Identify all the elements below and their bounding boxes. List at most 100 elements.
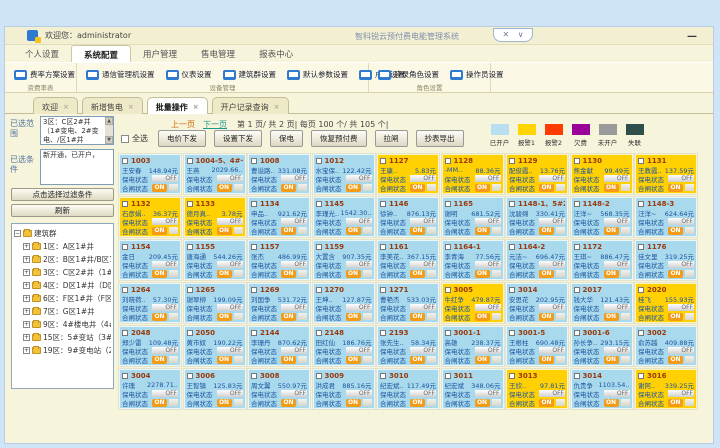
room-checkbox[interactable]	[445, 201, 451, 207]
room-card[interactable]: 1145李瑾光..1542.30..保电状态OFF合闸状态ON	[313, 197, 375, 237]
room-card[interactable]: 2048郑少雷109.48元保电状态OFF合闸状态ON	[119, 326, 181, 366]
room-checkbox[interactable]	[509, 287, 515, 293]
room-checkbox[interactable]	[509, 201, 515, 207]
room-card[interactable]: 3009洪成君885.16元保电状态OFF合闸状态ON	[313, 369, 375, 409]
tree-item[interactable]: +4区：D区1#井（D区1	[14, 279, 111, 292]
room-checkbox[interactable]	[316, 158, 322, 164]
tab-close-icon[interactable]: ×	[274, 103, 280, 111]
room-card[interactable]: 2144李珊丹870.62元保电状态OFF合闸状态ON	[248, 326, 310, 366]
room-checkbox[interactable]	[574, 158, 580, 164]
room-checkbox[interactable]	[380, 330, 386, 336]
prev-page-link[interactable]: 上一页	[171, 120, 195, 129]
room-checkbox[interactable]	[251, 201, 257, 207]
room-checkbox[interactable]	[122, 287, 128, 293]
room-card[interactable]: 1159大置含907.35元保电状态OFF合闸状态ON	[313, 240, 375, 280]
ribbon-button[interactable]: 默认参数设置	[284, 69, 348, 80]
room-checkbox[interactable]	[445, 158, 451, 164]
menu-item-2[interactable]: 系统配置	[71, 45, 131, 62]
room-checkbox[interactable]	[574, 201, 580, 207]
room-checkbox[interactable]	[316, 244, 322, 250]
room-card[interactable]: 3005牛红争479.87元保电状态OFF合闸状态ON	[442, 283, 504, 323]
room-card[interactable]: 3002俞苏越409.88元保电状态OFF合闸状态ON	[635, 326, 697, 366]
room-checkbox[interactable]	[316, 201, 322, 207]
room-card[interactable]: 1270王坤..127.87元保电状态OFF合闸状态ON	[313, 283, 375, 323]
room-checkbox[interactable]	[509, 330, 515, 336]
room-checkbox[interactable]	[122, 201, 128, 207]
tree-item[interactable]: +2区：B区1#井/B区1#井	[14, 253, 111, 266]
room-card[interactable]: 2148田红仙186.76元保电状态OFF合闸状态ON	[313, 326, 375, 366]
action-button[interactable]: 设置下发	[214, 130, 262, 147]
action-button[interactable]: 拉闸	[375, 130, 408, 147]
room-checkbox[interactable]	[380, 244, 386, 250]
room-checkbox[interactable]	[380, 201, 386, 207]
expand-icon[interactable]: +	[23, 256, 30, 263]
ribbon-button[interactable]: 费率方案设置	[11, 69, 75, 80]
room-card[interactable]: 1012水宝保..122.42元保电状态OFF合闸状态ON	[313, 154, 375, 194]
menu-item-3[interactable]: 用户管理	[131, 45, 189, 62]
room-card[interactable]: 1164-1李青海77.56元保电状态OFF合闸状态ON	[442, 240, 504, 280]
room-checkbox[interactable]	[574, 244, 580, 250]
room-checkbox[interactable]	[509, 373, 515, 379]
tab-3[interactable]: 批量操作×	[147, 97, 208, 114]
ribbon-button[interactable]: 通信管理机设置	[83, 69, 155, 80]
tab-1[interactable]: 欢迎×	[33, 97, 78, 114]
room-card[interactable]: 1161李美花..367.15元保电状态OFF合闸状态ON	[377, 240, 439, 280]
room-checkbox[interactable]	[638, 158, 644, 164]
tab-4[interactable]: 开户记录查询×	[212, 97, 289, 114]
selected-range-box[interactable]: 3区：C区2#井（1#变电、2#变电、/区1#井 ▲▼	[40, 116, 114, 145]
room-checkbox[interactable]	[187, 244, 193, 250]
room-checkbox[interactable]	[509, 244, 515, 250]
room-checkbox[interactable]	[638, 287, 644, 293]
room-checkbox[interactable]	[187, 201, 193, 207]
room-card[interactable]: 3014仇贵争1103.54..保电状态OFF合闸状态ON	[571, 369, 633, 409]
tab-close-icon[interactable]: ×	[193, 103, 199, 111]
action-button[interactable]: 电价下发	[158, 130, 206, 147]
room-card[interactable]: 3011纪宏斌348.06元保电状态OFF合闸状态ON	[442, 369, 504, 409]
room-card[interactable]: 1132石彦娟..36.37元保电状态OFF合闸状态ON	[119, 197, 181, 237]
tree-item[interactable]: +6区：F区1#井（F区1#	[14, 292, 111, 305]
room-checkbox[interactable]	[509, 158, 515, 164]
tree-item[interactable]: +1区：A区1#井	[14, 240, 111, 253]
room-checkbox[interactable]	[122, 158, 128, 164]
expand-icon[interactable]: +	[23, 243, 30, 250]
room-checkbox[interactable]	[638, 373, 644, 379]
room-checkbox[interactable]	[638, 244, 644, 250]
room-card[interactable]: 1128-MM..88.36元保电状态OFF合闸状态ON	[442, 154, 504, 194]
room-checkbox[interactable]	[316, 330, 322, 336]
room-checkbox[interactable]	[380, 287, 386, 293]
tree-item[interactable]: +9区：4#楼电井（4#楼	[14, 318, 111, 331]
scroll-down-icon[interactable]: ▼	[105, 136, 113, 144]
room-checkbox[interactable]	[251, 330, 257, 336]
room-checkbox[interactable]	[380, 373, 386, 379]
collapse-icon[interactable]: −	[14, 230, 21, 237]
room-checkbox[interactable]	[445, 244, 451, 250]
room-checkbox[interactable]	[122, 373, 128, 379]
room-card[interactable]: 2017钱大华121.43元保电状态OFF合闸状态ON	[571, 283, 633, 323]
room-card[interactable]: 1130焦金献99.49元保电状态OFF合闸状态ON	[571, 154, 633, 194]
tree-root[interactable]: −建筑群	[14, 227, 111, 240]
room-checkbox[interactable]	[638, 201, 644, 207]
room-card[interactable]: 1131王教霞..137.59元保电状态OFF合闸状态ON	[635, 154, 697, 194]
room-card[interactable]: 1148-1、5#2沈骏绵330.41元保电状态OFF合闸状态ON	[506, 197, 568, 237]
room-card[interactable]: 1265谢翠柳199.09元保电状态OFF合闸状态ON	[184, 283, 246, 323]
room-card[interactable]: 1264刘晓荷..57.30元保电状态OFF合闸状态ON	[119, 283, 181, 323]
room-card[interactable]: 3010纪宏斌..117.49元保电状态OFF合闸状态ON	[377, 369, 439, 409]
menu-item-4[interactable]: 售电管理	[189, 45, 247, 62]
expand-icon[interactable]: +	[23, 269, 30, 276]
room-checkbox[interactable]	[251, 244, 257, 250]
expand-icon[interactable]: +	[23, 321, 30, 328]
expand-icon[interactable]: +	[23, 347, 30, 354]
expand-icon[interactable]: +	[23, 295, 30, 302]
room-card[interactable]: 1148-3汪洋~624.64元保电状态OFF合闸状态ON	[635, 197, 697, 237]
collapse-ribbon-icon[interactable]: ∨	[518, 31, 524, 39]
close-icon[interactable]: ✕	[502, 31, 509, 39]
room-checkbox[interactable]	[251, 158, 257, 164]
room-card[interactable]: 3004许瑰2278.71..保电状态OFF合闸状态ON	[119, 369, 181, 409]
room-card[interactable]: 1176佳文里319.25元保电状态OFF合闸状态ON	[635, 240, 697, 280]
room-checkbox[interactable]	[445, 373, 451, 379]
room-card[interactable]: 1164-2元洁~696.47元保电状态OFF合闸状态ON	[506, 240, 568, 280]
selected-condition-box[interactable]: 新开通，已开户，	[40, 149, 114, 185]
select-all-checkbox[interactable]	[121, 135, 129, 143]
room-checkbox[interactable]	[122, 244, 128, 250]
tree-item[interactable]: +15区：5#变站（3#变	[14, 331, 111, 344]
